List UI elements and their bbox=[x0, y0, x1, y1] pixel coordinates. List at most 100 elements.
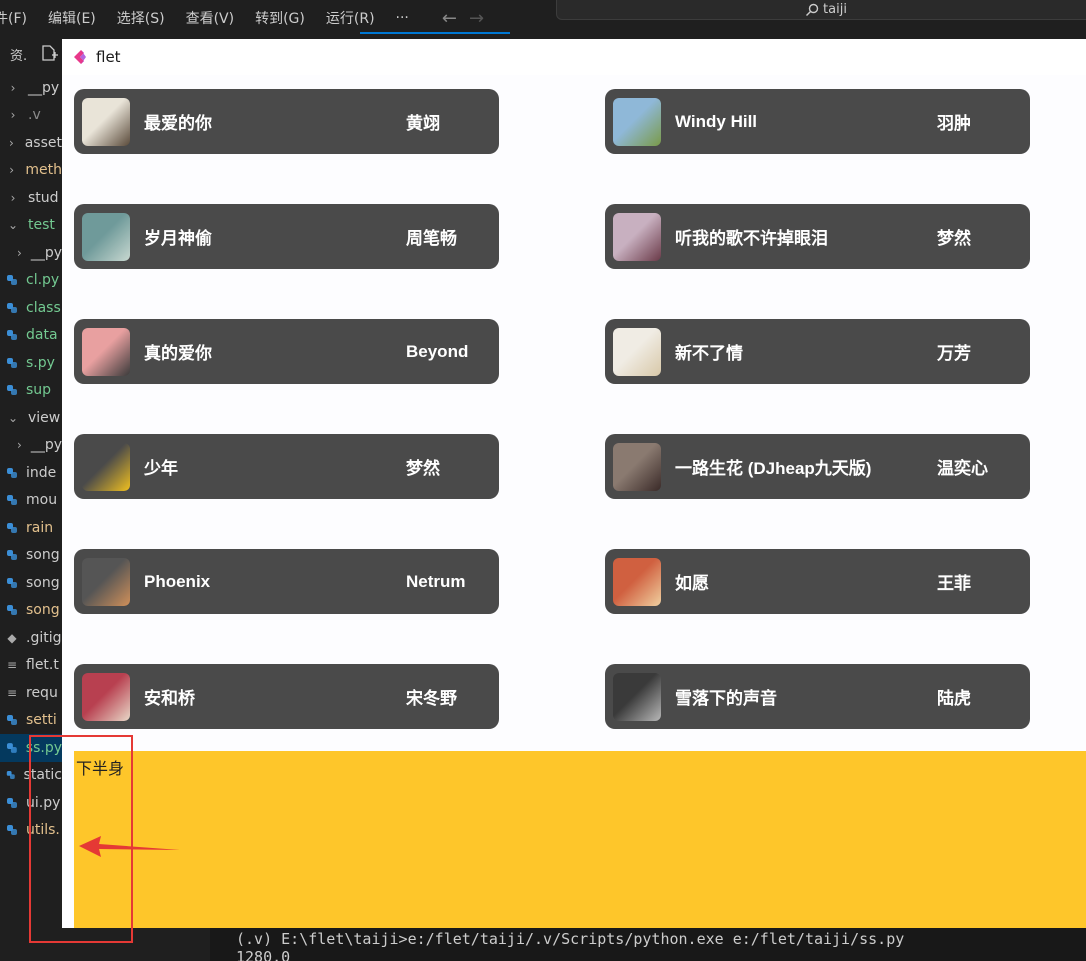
explorer-row[interactable]: ◆ .gitig bbox=[0, 624, 62, 652]
explorer-title: 资. bbox=[10, 48, 28, 64]
song-card[interactable]: 听我的歌不许掉眼泪 梦然 bbox=[605, 204, 1030, 269]
explorer-row[interactable]: › __py bbox=[0, 239, 62, 267]
explorer-row-label: inde bbox=[26, 464, 57, 481]
explorer-row[interactable]: › stud bbox=[0, 184, 62, 212]
flet-titlebar: flet bbox=[62, 39, 1086, 75]
explorer-row-label: song bbox=[26, 574, 60, 591]
chevron-right-icon: › bbox=[10, 190, 16, 205]
explorer-row[interactable]: mou bbox=[0, 487, 62, 515]
file-explorer: › __py › .v › asset › meth › stud ⌄ test › __py cl.py c… bbox=[0, 74, 62, 844]
album-cover bbox=[613, 442, 661, 491]
python-file-icon bbox=[7, 550, 17, 561]
search-icon bbox=[806, 3, 819, 16]
text-file-icon: ≡ bbox=[6, 658, 18, 673]
chevron-right-icon: › bbox=[17, 438, 22, 453]
song-title: 新不了情 bbox=[675, 344, 743, 363]
explorer-row[interactable]: rain bbox=[0, 514, 62, 542]
song-card[interactable]: Phoenix Netrum bbox=[74, 549, 499, 614]
explorer-row-label: class bbox=[26, 299, 61, 316]
menu-go[interactable]: 转到(G) bbox=[255, 8, 305, 28]
song-title: 听我的歌不许掉眼泪 bbox=[675, 229, 828, 248]
explorer-row-label: data bbox=[26, 327, 58, 344]
explorer-row[interactable]: setti bbox=[0, 707, 62, 735]
explorer-row-label: __py bbox=[30, 437, 62, 454]
song-artist: 羽肿 bbox=[937, 114, 971, 133]
explorer-row-label: meth bbox=[25, 162, 62, 179]
song-artist: 陆虎 bbox=[937, 689, 971, 708]
menu-edit[interactable]: 编辑(E) bbox=[48, 8, 96, 28]
explorer-row-label: mou bbox=[26, 492, 58, 509]
song-card[interactable]: 少年 梦然 bbox=[74, 434, 499, 499]
explorer-row[interactable]: cl.py bbox=[0, 267, 62, 295]
explorer-row-label: asset bbox=[24, 134, 62, 151]
explorer-row-label: song bbox=[26, 602, 60, 619]
song-title: 岁月神偷 bbox=[144, 229, 212, 248]
explorer-row-label: setti bbox=[26, 712, 57, 729]
forward-arrow-icon[interactable]: → bbox=[469, 8, 484, 29]
song-card[interactable]: 新不了情 万芳 bbox=[605, 319, 1030, 384]
song-title: 安和桥 bbox=[144, 689, 195, 708]
explorer-row-label: test bbox=[28, 217, 55, 234]
song-card[interactable]: 真的爱你 Beyond bbox=[74, 319, 499, 384]
command-center-search[interactable]: taiji bbox=[556, 0, 1086, 20]
album-cover bbox=[82, 327, 130, 376]
explorer-row[interactable]: › __py bbox=[0, 74, 62, 102]
terminal-panel[interactable]: (.v) E:\flet\taiji>e:/flet/taiji/.v/Scri… bbox=[210, 928, 1086, 961]
song-card[interactable]: 安和桥 宋冬野 bbox=[74, 664, 499, 729]
album-cover bbox=[82, 97, 130, 146]
explorer-row[interactable]: data bbox=[0, 322, 62, 350]
song-card[interactable]: 岁月神偷 周笔畅 bbox=[74, 204, 499, 269]
explorer-row-label: s.py bbox=[26, 354, 55, 371]
flet-logo-icon bbox=[74, 50, 86, 64]
explorer-row[interactable]: song bbox=[0, 569, 62, 597]
explorer-row[interactable]: ⌄ test bbox=[0, 212, 62, 240]
back-arrow-icon[interactable]: ← bbox=[442, 8, 457, 29]
python-file-icon bbox=[7, 302, 17, 313]
chevron-down-icon: ⌄ bbox=[7, 410, 19, 425]
python-file-icon bbox=[6, 771, 15, 780]
menu-more[interactable]: ··· bbox=[396, 10, 409, 26]
search-text: taiji bbox=[823, 2, 847, 17]
python-file-icon bbox=[7, 357, 17, 368]
explorer-row[interactable]: song bbox=[0, 597, 62, 625]
explorer-row[interactable]: s.py bbox=[0, 349, 62, 377]
explorer-row[interactable]: song bbox=[0, 542, 62, 570]
song-artist: Netrum bbox=[406, 571, 466, 591]
chevron-right-icon: › bbox=[17, 245, 22, 260]
song-card[interactable]: 一路生花 (DJheap九天版) 温奕心 bbox=[605, 434, 1030, 499]
album-cover bbox=[613, 212, 661, 261]
explorer-row-label: song bbox=[26, 547, 60, 564]
explorer-row[interactable]: ≡ requ bbox=[0, 679, 62, 707]
song-title: 真的爱你 bbox=[144, 344, 212, 363]
song-card[interactable]: 如愿 王菲 bbox=[605, 549, 1030, 614]
menu-view[interactable]: 查看(V) bbox=[186, 8, 235, 28]
song-title: 少年 bbox=[144, 459, 178, 478]
explorer-row[interactable]: sup bbox=[0, 377, 62, 405]
explorer-row[interactable]: ⌄ view bbox=[0, 404, 62, 432]
explorer-row[interactable]: › meth bbox=[0, 157, 62, 185]
song-card[interactable]: Windy Hill 羽肿 bbox=[605, 89, 1030, 154]
python-file-icon bbox=[7, 577, 17, 588]
explorer-row[interactable]: class bbox=[0, 294, 62, 322]
explorer-row[interactable]: inde bbox=[0, 459, 62, 487]
album-cover bbox=[613, 327, 661, 376]
menu-run[interactable]: 运行(R) bbox=[326, 8, 375, 28]
explorer-row-label: sup bbox=[26, 382, 52, 399]
song-artist: 万芳 bbox=[937, 344, 971, 363]
python-file-icon bbox=[7, 330, 17, 341]
explorer-row[interactable]: › .v bbox=[0, 102, 62, 130]
song-artist: 周笔畅 bbox=[406, 229, 457, 248]
menu-file[interactable]: 件(F) bbox=[0, 8, 27, 28]
menu-selection[interactable]: 选择(S) bbox=[117, 8, 165, 28]
song-card[interactable]: 最爱的你 黄翊 bbox=[74, 89, 499, 154]
song-card[interactable]: 雪落下的声音 陆虎 bbox=[605, 664, 1030, 729]
explorer-row[interactable]: › asset bbox=[0, 129, 62, 157]
song-artist: 梦然 bbox=[406, 459, 440, 478]
explorer-row-label: __py bbox=[28, 79, 60, 96]
new-file-icon[interactable] bbox=[40, 44, 58, 62]
chevron-right-icon: › bbox=[10, 108, 16, 123]
explorer-row[interactable]: › __py bbox=[0, 432, 62, 460]
explorer-row[interactable]: ≡ flet.t bbox=[0, 652, 62, 680]
explorer-row-label: requ bbox=[26, 684, 58, 701]
explorer-row-label: rain bbox=[26, 519, 54, 536]
